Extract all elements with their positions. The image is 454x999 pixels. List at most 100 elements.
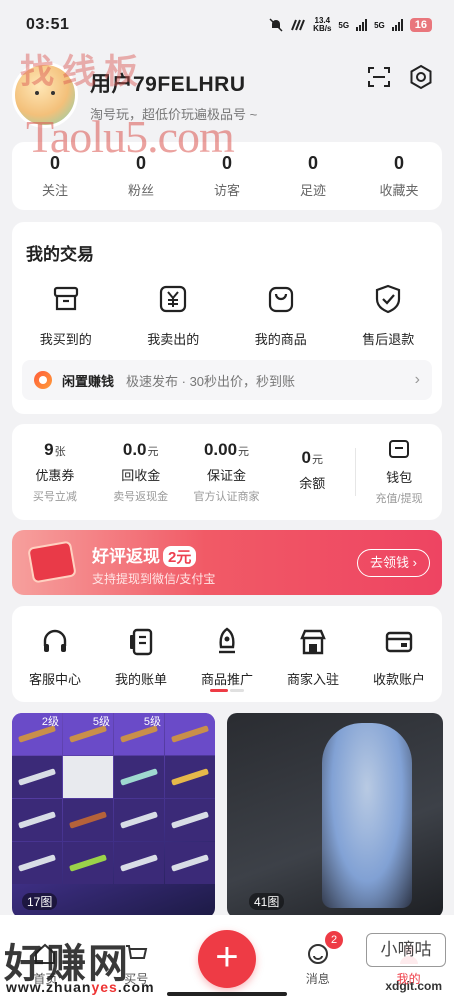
wallet-unit: 张 <box>54 446 66 458</box>
unread-badge: 2 <box>325 931 344 949</box>
publish-plus-button[interactable]: + <box>197 930 256 988</box>
watermark-url: www.zhuanyes.com <box>6 979 155 995</box>
weapon-cell <box>12 756 62 798</box>
service-label: 客服中心 <box>28 672 81 687</box>
stat-label: 收藏夹 <box>379 183 419 198</box>
weapon-cell: 5级 <box>114 713 164 755</box>
watermark-right-url: xdgit.com <box>385 979 442 993</box>
signal-icon <box>356 19 368 31</box>
mute-bell-icon <box>269 18 283 32</box>
trade-bought[interactable]: 我买到的 <box>12 282 120 348</box>
headset-icon <box>43 629 67 652</box>
trade-my-goods[interactable]: 我的商品 <box>227 282 335 348</box>
wallet-deposit[interactable]: 0.00元 保证金 官方认证商家 <box>184 440 270 504</box>
wallet-purse[interactable]: 钱包 充值/提现 <box>356 438 442 506</box>
weapon-grid: 2级 5级 5级 <box>12 713 215 884</box>
wallet-label: 优惠券 <box>35 468 75 483</box>
wallet-sub: 充值/提现 <box>375 493 423 505</box>
stat-label: 访客 <box>213 183 240 198</box>
trade-item-label: 我买到的 <box>39 332 92 347</box>
wallet-amount: 0 <box>301 448 312 467</box>
service-bills[interactable]: 我的账单 <box>98 626 184 702</box>
service-merchant-join[interactable]: 商家入驻 <box>270 626 356 702</box>
wallet-label: 余额 <box>299 476 326 491</box>
coin-icon <box>34 371 52 389</box>
wallet-unit: 元 <box>312 454 324 466</box>
stat-label: 粉丝 <box>127 183 154 198</box>
image-count: 17图 <box>22 893 58 910</box>
weapon-cell <box>165 756 215 798</box>
scan-icon[interactable] <box>366 64 392 90</box>
stat-label: 足迹 <box>299 183 326 198</box>
my-trades-card: 我的交易 我买到的 我卖出的 我的商品 售后退款 闲置赚钱 极速发布 · 30秒… <box>12 222 442 414</box>
wallet-value: 0元 <box>269 448 355 468</box>
level-badge: 5级 <box>143 716 161 728</box>
watermark-url-part: .com <box>117 979 155 995</box>
card-icon <box>385 631 413 653</box>
wallet-balance[interactable]: 0元 余额 <box>269 448 355 496</box>
wallet-label: 保证金 <box>206 468 246 483</box>
service-label: 收款账户 <box>372 672 425 687</box>
service-customer-center[interactable]: 客服中心 <box>12 626 98 702</box>
wallet-unit: 元 <box>238 446 250 458</box>
trade-item-label: 我的商品 <box>254 332 307 347</box>
level-badge: 2级 <box>41 716 59 728</box>
image-count: 41图 <box>249 893 285 910</box>
listing-tile[interactable]: 41图 <box>227 713 443 918</box>
signal-label-2: 5G <box>374 20 385 30</box>
character-image <box>322 723 412 908</box>
wallet-amount: 0.0 <box>122 440 147 459</box>
trade-refund[interactable]: 售后退款 <box>335 282 443 348</box>
listing-tile[interactable]: 2级 5级 5级 17图 <box>12 713 215 918</box>
idle-earn-desc: 极速发布 · 30秒出价，秒到账 <box>126 373 296 389</box>
yen-icon <box>160 285 187 313</box>
wallet-icon <box>389 440 410 458</box>
service-label: 商品推广 <box>200 672 253 687</box>
wallet-recycle[interactable]: 0.0元 回收金 卖号返现金 <box>98 440 184 504</box>
tab-publish[interactable]: + <box>182 926 273 988</box>
idle-earn-title: 闲置赚钱 <box>62 373 115 389</box>
image-placeholder <box>63 756 113 798</box>
settings-gear-icon[interactable] <box>408 64 434 90</box>
rocket-icon <box>219 627 235 654</box>
store-icon <box>300 629 326 655</box>
watermark-url-accent: yes <box>91 979 118 995</box>
wallet-sub: 买号立减 <box>32 491 77 503</box>
banner-title: 好评返现 2元 <box>92 542 197 567</box>
wallet-label: 钱包 <box>386 470 413 485</box>
services-card: 客服中心 我的账单 商品推广 商家入驻 收款账户 <box>12 606 442 702</box>
home-indicator <box>167 992 287 996</box>
net-speed-unit: KB/s <box>313 24 332 33</box>
red-envelope-icon <box>27 540 77 584</box>
wallet-sub: 官方认证商家 <box>193 491 260 503</box>
watermark-right-box: 小嘀咕 <box>366 933 446 967</box>
tab-message[interactable]: 2 消息 <box>272 927 363 987</box>
weapon-cell <box>165 842 215 884</box>
idle-earn-row[interactable]: 闲置赚钱 极速发布 · 30秒出价，秒到账 › <box>22 360 432 400</box>
wallet-amount: 0.00 <box>203 440 238 459</box>
weapon-cell: 2级 <box>12 713 62 755</box>
weapon-cell <box>114 842 164 884</box>
claim-cash-button[interactable]: 去领钱 › <box>357 549 430 577</box>
page-indicator <box>210 689 244 692</box>
service-payee-account[interactable]: 收款账户 <box>356 626 442 702</box>
watermark-site-en: Taolu5.com <box>26 111 235 162</box>
wallet-coupons[interactable]: 9张 优惠券 买号立减 <box>12 440 98 504</box>
signal-label-1: 5G <box>338 20 350 30</box>
weapon-cell <box>165 713 215 755</box>
weapon-cell <box>63 799 113 841</box>
trade-sold[interactable]: 我卖出的 <box>120 282 228 348</box>
chevron-right-icon: › <box>414 371 420 388</box>
stat-footprints[interactable]: 0 足迹 <box>270 153 356 199</box>
cashback-banner[interactable]: 好评返现 2元 支持提现到微信/支付宝 去领钱 › <box>12 530 442 595</box>
stat-favorites[interactable]: 0 收藏夹 <box>356 153 442 199</box>
status-bar: 03:51 13.4 KB/s 5G 5G 16 <box>0 0 454 50</box>
status-indicators: 13.4 KB/s 5G 5G 16 <box>269 17 432 33</box>
service-label: 商家入驻 <box>286 672 339 687</box>
weapon-cell <box>12 842 62 884</box>
wallet-card: 9张 优惠券 买号立减 0.0元 回收金 卖号返现金 0.00元 保证金 官方认… <box>12 424 442 520</box>
battery-indicator: 16 <box>409 18 432 32</box>
nfc-icon <box>291 19 306 31</box>
wallet-sub: 卖号返现金 <box>113 491 169 503</box>
service-label: 我的账单 <box>114 672 167 687</box>
